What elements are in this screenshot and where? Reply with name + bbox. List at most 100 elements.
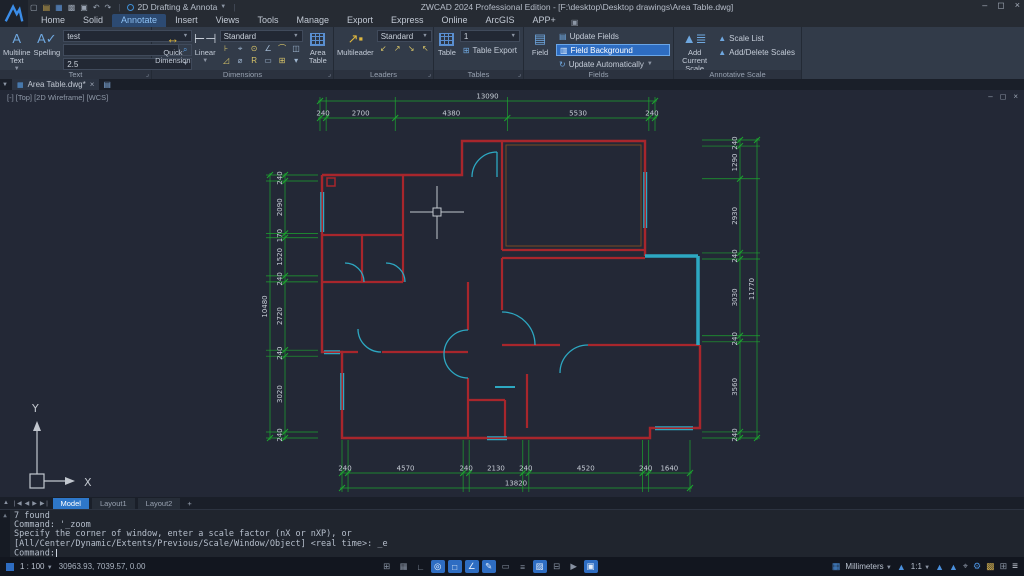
isolate-objects-icon[interactable]: ▩ (986, 561, 995, 572)
undo-icon[interactable]: ↶ (93, 3, 100, 12)
dynamic-input-icon[interactable]: ▭ (499, 560, 513, 573)
snap-tracking-icon[interactable]: ∠ (465, 560, 479, 573)
polar-tracking-icon[interactable]: ◎ (431, 560, 445, 573)
dim-ordinate-icon[interactable]: ⊙ (248, 44, 261, 54)
scale-icon[interactable] (6, 563, 14, 571)
new-document-icon[interactable]: ▤ (103, 80, 111, 89)
save-icon[interactable]: ▦ (55, 3, 63, 12)
zwcad-logo[interactable] (0, 0, 28, 27)
dim-center-icon[interactable]: ⌖ (234, 44, 247, 54)
dim-angular-icon[interactable]: ∠ (262, 44, 275, 54)
doc-tab-menu-icon[interactable]: ▼ (2, 82, 8, 88)
linear-dimension-button[interactable]: ⊢⊣ Linear ▼ (194, 29, 217, 65)
add-delete-scales-button[interactable]: ▲ Add/Delete Scales (715, 46, 798, 58)
dim-jogged-icon[interactable]: ▭ (262, 56, 275, 66)
table-button[interactable]: Table (437, 29, 457, 57)
tab-online[interactable]: Online (433, 14, 477, 27)
tab-home[interactable]: Home (32, 14, 74, 27)
next-layout-icon[interactable]: ▶ (32, 500, 37, 507)
tab-app-plus[interactable]: APP+ (524, 14, 565, 27)
doc-restore-button[interactable]: ◻ (1000, 92, 1007, 101)
update-fields-button[interactable]: ▤ Update Fields (556, 30, 670, 42)
doc-minimize-button[interactable]: – (988, 92, 992, 101)
status-menu-icon[interactable]: ≡ (1012, 561, 1018, 572)
tab-express[interactable]: Express (382, 14, 433, 27)
multileader-button[interactable]: ↗▪ Multileader (337, 29, 374, 57)
multileader-style-combo[interactable]: Standard ▼ (377, 30, 432, 42)
remove-leader-icon[interactable]: ↗ (391, 44, 404, 54)
tab-layout1[interactable]: Layout1 (92, 498, 135, 509)
command-prompt[interactable]: Command: (14, 549, 1024, 558)
last-layout-icon[interactable]: ▶❘ (40, 500, 50, 507)
tab-annotate[interactable]: Annotate (112, 14, 166, 27)
viewport-scale[interactable]: 1 : 100 ▼ (20, 562, 53, 571)
quick-properties-icon[interactable]: ▶ (567, 560, 581, 573)
close-icon[interactable]: × (90, 80, 95, 89)
plot-icon[interactable]: ▣ (80, 3, 88, 12)
first-layout-icon[interactable]: ❘◀ (12, 500, 22, 507)
snap-mode-icon[interactable]: ⊞ (380, 560, 394, 573)
dynamic-ucs-icon[interactable]: ✎ (482, 560, 496, 573)
hardware-acceleration-icon[interactable]: ▣ (584, 560, 598, 573)
minimize-button[interactable]: – (982, 0, 987, 11)
update-automatically-button[interactable]: ↻ Update Automatically ▼ (556, 58, 670, 70)
dialog-launcher-icon[interactable]: ⌟ (518, 70, 521, 79)
doc-close-button[interactable]: × (1013, 92, 1018, 101)
units-selector[interactable]: Millimeters ▼ (845, 562, 891, 571)
area-table-button[interactable]: Area Table (306, 29, 330, 65)
annotation-scale-selector[interactable]: 1:1 ▼ (911, 562, 930, 571)
dim-break-icon[interactable]: ◫ (290, 44, 303, 54)
layout-menu-icon[interactable]: ▲ (3, 500, 9, 506)
settings-gear-icon[interactable]: ⚙ (973, 561, 981, 572)
close-button[interactable]: × (1015, 0, 1020, 11)
tab-views[interactable]: Views (207, 14, 249, 27)
multiline-text-button[interactable]: A Multiline Text ▼ (3, 29, 31, 73)
selection-cycling-icon[interactable]: ⊟ (550, 560, 564, 573)
dim-diameter-icon[interactable]: ⌀ (234, 56, 247, 66)
dim-arc-icon[interactable]: ⌒ (276, 44, 289, 54)
tab-insert[interactable]: Insert (166, 14, 207, 27)
quick-dimension-button[interactable]: ↔ Quick Dimension (155, 29, 191, 65)
lineweight-icon[interactable]: ≡ (516, 560, 530, 573)
dialog-launcher-icon[interactable]: ⌟ (146, 70, 149, 79)
field-button[interactable]: ▤ Field (527, 29, 553, 57)
dialog-launcher-icon[interactable]: ⌟ (328, 70, 331, 79)
prev-layout-icon[interactable]: ◀ (25, 500, 30, 507)
ortho-mode-icon[interactable]: ∟ (414, 560, 428, 573)
scale-list-button[interactable]: ▲ Scale List (715, 32, 798, 44)
workspace-switch-icon[interactable]: ⌖ (963, 561, 968, 572)
maximize-button[interactable]: ◻ (997, 0, 1004, 11)
viewport-controls[interactable]: [-] [Top] [2D Wireframe] [WCS] (7, 93, 108, 102)
save-as-icon[interactable]: ▩ (68, 3, 76, 12)
dim-baseline-icon[interactable]: ⊦ (220, 44, 233, 54)
command-line-grip[interactable]: ▲ (0, 510, 10, 557)
tab-export[interactable]: Export (338, 14, 382, 27)
table-export-button[interactable]: ⊞ Table Export (460, 44, 520, 56)
dim-more-icon[interactable]: ▾ (290, 56, 303, 66)
tab-tools[interactable]: Tools (248, 14, 287, 27)
drawing-canvas[interactable]: [-] [Top] [2D Wireframe] [WCS] – ◻ × (0, 90, 1024, 497)
command-line-panel[interactable]: ▲ 7 found Command: '_zoom Specify the co… (0, 509, 1024, 557)
add-leader-icon[interactable]: ↙ (377, 44, 390, 54)
redo-icon[interactable]: ↷ (105, 3, 112, 12)
dialog-launcher-icon[interactable]: ⌟ (428, 70, 431, 79)
tab-layout2[interactable]: Layout2 (138, 498, 181, 509)
object-snap-icon[interactable]: □ (448, 560, 462, 573)
open-file-icon[interactable]: ▤ (43, 3, 51, 12)
auto-scale-icon[interactable]: ▲ (949, 562, 958, 572)
tab-manage[interactable]: Manage (287, 14, 338, 27)
collect-leader-icon[interactable]: ↖ (419, 44, 432, 54)
field-background-button[interactable]: ▥ Field Background (556, 44, 670, 56)
ribbon-display-icon[interactable]: ▣ (571, 18, 579, 27)
new-file-icon[interactable]: ▢ (30, 3, 38, 12)
grid-display-icon[interactable]: ▦ (397, 560, 411, 573)
dim-tolerance-icon[interactable]: ⊞ (276, 56, 289, 66)
dim-continue-icon[interactable]: ◿ (220, 56, 233, 66)
tab-arcgis[interactable]: ArcGIS (477, 14, 524, 27)
clean-screen-icon[interactable]: ⊞ (1000, 561, 1008, 572)
annotation-visibility-icon[interactable]: ▲ (935, 562, 944, 572)
spelling-button[interactable]: A✓ Spelling (34, 29, 61, 57)
dimension-style-combo[interactable]: Standard ▼ (220, 30, 303, 42)
dim-radius-icon[interactable]: R (248, 56, 261, 66)
add-layout-button[interactable]: + (183, 499, 195, 508)
